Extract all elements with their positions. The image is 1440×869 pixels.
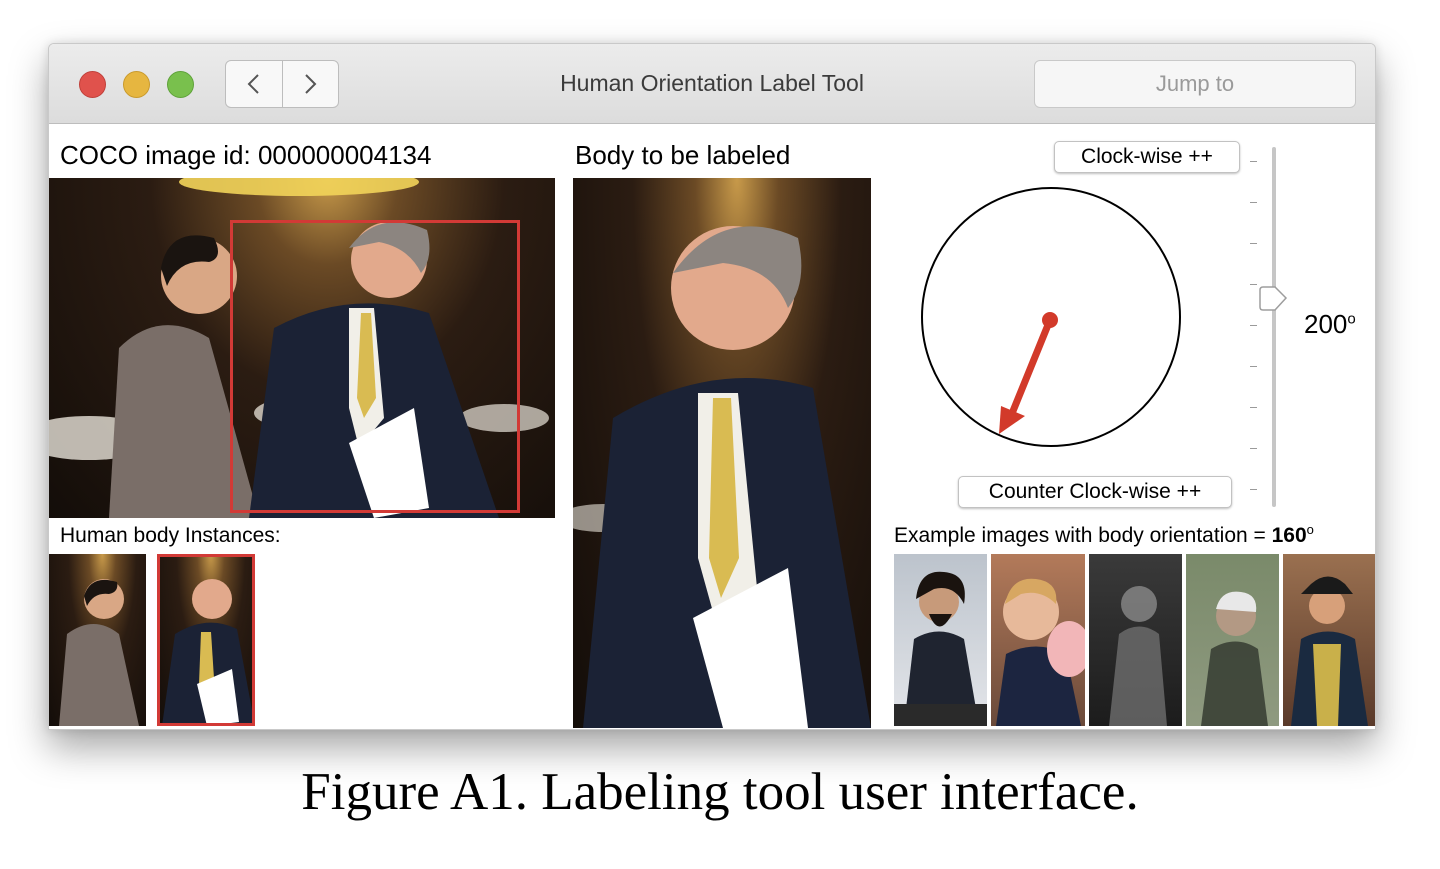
body-to-be-labeled-title: Body to be labeled — [575, 140, 791, 170]
example-orientation-value: 160 — [1271, 524, 1307, 547]
coco-source-image — [49, 178, 555, 518]
figure-caption: Figure A1. Labeling tool user interface. — [301, 763, 1139, 821]
example-images-label: Example images with body orientation = 1… — [894, 522, 1314, 548]
instance-thumbnail-2[interactable] — [157, 554, 255, 726]
coco-image-id-label: COCO image id: 000000004134 — [60, 140, 432, 170]
example-label-prefix: Example images with body orientation = — [894, 524, 1272, 547]
orientation-slider-thumb[interactable] — [1257, 282, 1289, 314]
slider-tick — [1250, 325, 1257, 326]
slider-tick — [1250, 202, 1257, 203]
selected-instance-highlight — [157, 554, 255, 726]
example-image-1 — [894, 554, 987, 726]
slider-tick — [1250, 161, 1257, 162]
app-window: Human Orientation Label Tool Jump to COC… — [48, 43, 1376, 730]
human-body-instances-label: Human body Instances: — [60, 524, 281, 547]
orientation-slider-track[interactable] — [1272, 147, 1276, 507]
example-degree-symbol: o — [1306, 522, 1314, 537]
orientation-angle-value: 200o — [1304, 309, 1356, 340]
counter-clockwise-increment-button[interactable]: Counter Clock-wise ++ — [958, 476, 1232, 508]
example-illustration — [1109, 586, 1167, 726]
title-bar: Human Orientation Label Tool Jump to — [49, 44, 1375, 124]
thumbnail-illustration — [59, 579, 139, 726]
slider-tick — [1250, 448, 1257, 449]
jump-to-field[interactable]: Jump to — [1034, 60, 1356, 108]
slider-tick — [1250, 284, 1257, 285]
example-illustration — [996, 578, 1085, 726]
example-image-4 — [1186, 554, 1279, 726]
instance-thumbnail-1[interactable] — [49, 554, 146, 726]
example-image-3 — [1089, 554, 1182, 726]
body-crop-image — [573, 178, 871, 728]
body-crop-illustration — [573, 226, 871, 728]
example-illustration — [1201, 591, 1268, 726]
slider-tick — [1250, 407, 1257, 408]
orientation-dial[interactable] — [919, 186, 1183, 448]
slider-tick — [1250, 489, 1257, 490]
example-image-2 — [991, 554, 1085, 726]
selected-person-bounding-box[interactable] — [230, 220, 520, 513]
example-image-5 — [1283, 554, 1375, 726]
example-illustration — [894, 571, 987, 726]
degree-symbol: o — [1347, 310, 1356, 328]
angle-number: 200 — [1304, 309, 1348, 339]
example-illustration — [1291, 576, 1368, 726]
slider-tick — [1250, 243, 1257, 244]
clockwise-increment-button[interactable]: Clock-wise ++ — [1054, 141, 1240, 173]
slider-tick — [1250, 366, 1257, 367]
